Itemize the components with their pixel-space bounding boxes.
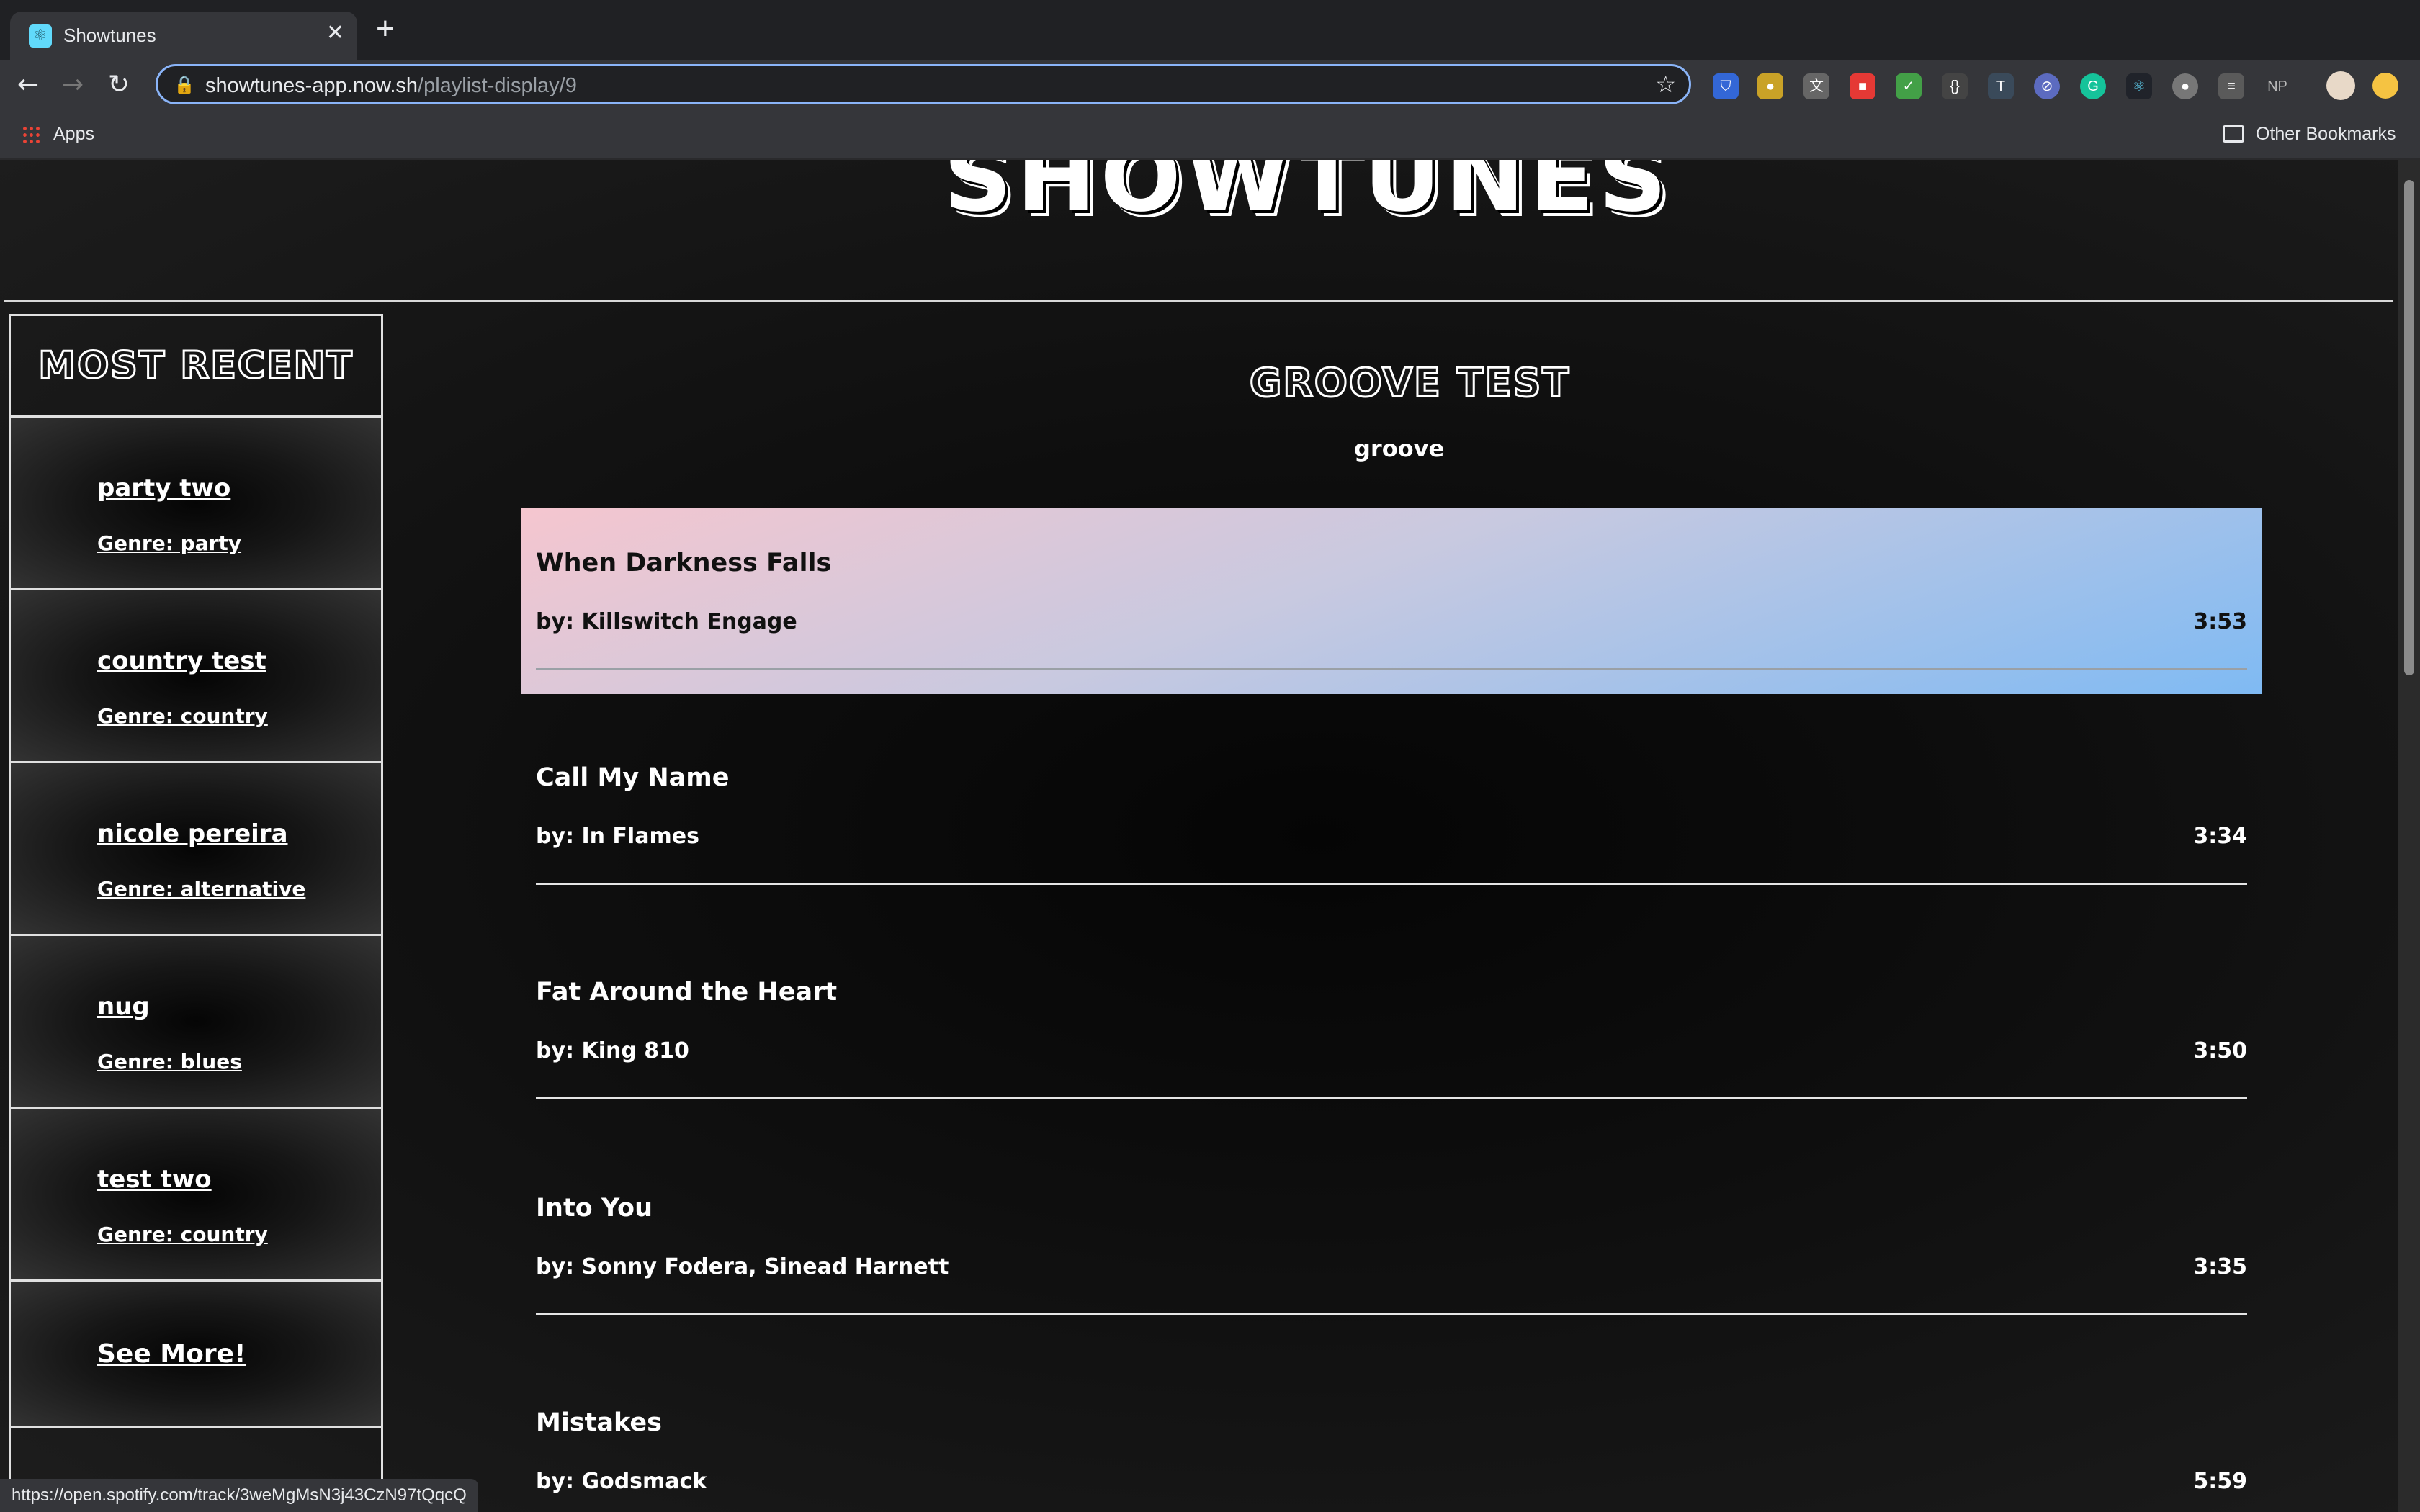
track-name: When Darkness Falls (536, 549, 832, 577)
track-row[interactable]: Call My Name by: In Flames 3:34 (521, 723, 2262, 909)
track-artist: by: King 810 (536, 1038, 689, 1063)
sidebar-playlist-genre[interactable]: Genre: country (97, 1223, 268, 1246)
track-name: Mistakes (536, 1408, 662, 1437)
track-divider (536, 1313, 2247, 1315)
see-more-link[interactable]: See More! (97, 1339, 246, 1369)
bookmarks-bar: Apps Other Bookmarks (0, 111, 2420, 160)
track-artist: by: Godsmack (536, 1469, 707, 1494)
page-viewport: SHOWTUNES Most Recent party two Genre: p… (0, 160, 2398, 1512)
sidebar-playlist-genre[interactable]: Genre: alternative (97, 877, 305, 901)
address-bar[interactable]: 🔒 showtunes-app.now.sh/playlist-display/… (156, 64, 1691, 104)
bookmark-apps[interactable]: Apps (53, 124, 94, 145)
sidebar-playlist-item[interactable]: test two Genre: country (11, 1109, 381, 1282)
scrollbar-thumb[interactable] (2404, 180, 2414, 675)
sidebar-see-more-item[interactable]: See More! (11, 1282, 381, 1428)
track-artist: by: In Flames (536, 824, 699, 849)
extension-badge-icon[interactable] (2372, 73, 2398, 99)
track-duration: 3:35 (2193, 1254, 2247, 1279)
track-name: Into You (536, 1194, 653, 1223)
extension-translate-icon[interactable]: 文 (1803, 73, 1829, 99)
bookmark-other-bookmarks[interactable]: Other Bookmarks (2256, 124, 2396, 145)
track-row[interactable]: Into You by: Sonny Fodera, Sinead Harnet… (521, 1153, 2262, 1339)
url-path: /playlist-display/9 (418, 74, 577, 97)
sidebar-playlist-item[interactable]: country test Genre: country (11, 590, 381, 763)
playlist-title: Groove Test (1248, 359, 1571, 407)
track-duration: 3:50 (2193, 1038, 2247, 1063)
extension-bars-icon[interactable]: ≡ (2218, 73, 2244, 99)
sidebar-playlist-item[interactable]: nicole pereira Genre: alternative (11, 763, 381, 936)
bookmark-star-icon[interactable]: ☆ (1655, 71, 1676, 98)
apps-grid-icon[interactable] (22, 125, 40, 144)
track-name: Call My Name (536, 763, 730, 792)
profile-avatar-icon[interactable] (2326, 71, 2355, 100)
react-favicon-icon: ⚛ (29, 24, 52, 48)
back-icon[interactable]: ← (17, 71, 39, 99)
sidebar-playlist-name[interactable]: test two (97, 1165, 212, 1194)
status-bar-url: https://open.spotify.com/track/3weMgMsN3… (0, 1479, 478, 1512)
track-divider (536, 1097, 2247, 1099)
track-duration: 5:59 (2193, 1469, 2247, 1494)
tab-strip: ⚛ Showtunes ✕ + (0, 0, 2420, 60)
most-recent-sidebar: Most Recent party two Genre: party count… (9, 314, 383, 1512)
track-artist: by: Sonny Fodera, Sinead Harnett (536, 1254, 949, 1279)
url-host: showtunes-app.now.sh (205, 74, 418, 97)
browser-toolbar: ← → ↻ 🔒 showtunes-app.now.sh/playlist-di… (0, 60, 2420, 111)
extension-bubble-icon[interactable]: ● (2172, 73, 2198, 99)
header-divider (4, 300, 2393, 302)
extension-check-shield-icon[interactable]: ✓ (1896, 73, 1922, 99)
sidebar-playlist-name[interactable]: nug (97, 992, 150, 1021)
forward-icon[interactable]: → (62, 71, 84, 99)
sidebar-playlist-genre[interactable]: Genre: country (97, 704, 268, 728)
page-scrollbar[interactable] (2398, 160, 2420, 1512)
reload-icon[interactable]: ↻ (108, 71, 130, 99)
extension-braces-icon[interactable]: {} (1942, 73, 1968, 99)
tab-close-icon[interactable]: ✕ (326, 20, 344, 45)
sidebar-playlist-name[interactable]: party two (97, 474, 230, 503)
site-logo[interactable]: SHOWTUNES (944, 160, 1671, 233)
track-row[interactable]: Mistakes by: Godsmack 5:59 (521, 1368, 2262, 1512)
extension-block-icon[interactable]: ⊘ (2034, 73, 2060, 99)
track-duration: 3:53 (2193, 609, 2247, 634)
track-name: Fat Around the Heart (536, 978, 838, 1007)
sidebar-playlist-item[interactable]: nug Genre: blues (11, 936, 381, 1109)
extension-shield-yellow-icon[interactable]: ● (1757, 73, 1783, 99)
sidebar-heading: Most Recent (11, 316, 381, 418)
sidebar-playlist-name[interactable]: nicole pereira (97, 819, 288, 848)
lock-icon: 🔒 (174, 75, 195, 95)
tab-title: Showtunes (63, 24, 156, 46)
sidebar-playlist-name[interactable]: country test (97, 647, 266, 675)
extension-grammarly-icon[interactable]: G (2080, 73, 2106, 99)
extension-np-icon[interactable]: NP (2264, 73, 2290, 99)
sidebar-playlist-genre[interactable]: Genre: blues (97, 1050, 242, 1074)
track-row[interactable]: When Darkness Falls by: Killswitch Engag… (521, 508, 2262, 694)
sidebar-playlist-item[interactable]: party two Genre: party (11, 418, 381, 590)
track-duration: 3:34 (2193, 824, 2247, 849)
extension-t-icon[interactable]: T (1988, 73, 2014, 99)
tab-showtunes[interactable]: ⚛ Showtunes ✕ (10, 12, 357, 60)
track-divider (536, 883, 2247, 885)
playlist-genre: groove (1354, 435, 1445, 462)
new-tab-button[interactable]: + (376, 13, 395, 45)
track-row[interactable]: Fat Around the Heart by: King 810 3:50 (521, 937, 2262, 1123)
extension-shield-icon[interactable]: ⛉ (1713, 73, 1739, 99)
track-divider (536, 668, 2247, 670)
extension-pocket-icon[interactable]: ■ (1850, 73, 1876, 99)
folder-icon (2223, 125, 2244, 143)
track-artist: by: Killswitch Engage (536, 609, 797, 634)
extension-react-icon[interactable]: ⚛ (2126, 73, 2152, 99)
sidebar-playlist-genre[interactable]: Genre: party (97, 531, 241, 555)
url-text[interactable]: showtunes-app.now.sh/playlist-display/9 (205, 74, 577, 98)
